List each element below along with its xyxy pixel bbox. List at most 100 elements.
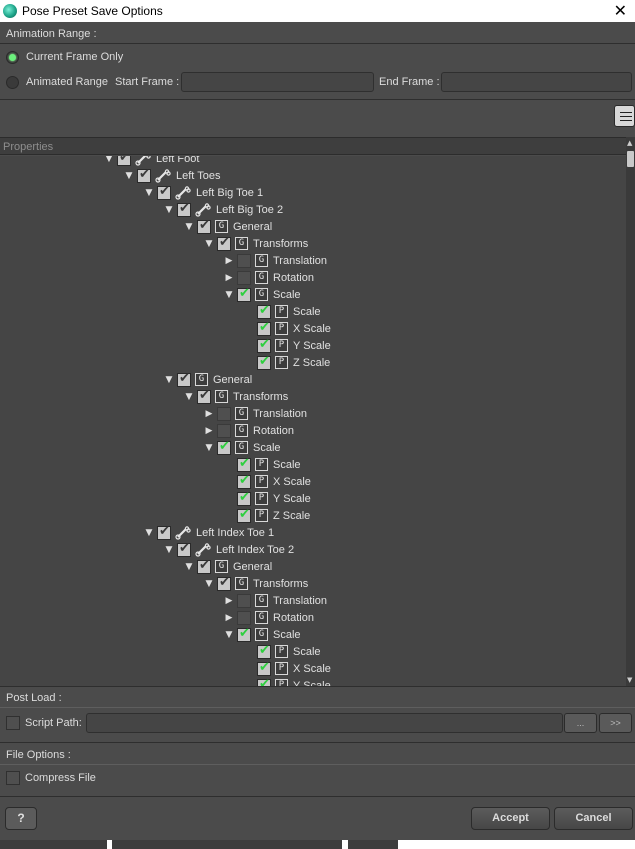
tree-row[interactable]: ▼ Left Index Toe 1	[144, 524, 274, 541]
properties-scrollbar[interactable]: ▲ ▼	[626, 137, 635, 686]
tree-checkbox[interactable]	[237, 286, 251, 302]
tree-checkbox[interactable]	[217, 423, 231, 438]
tree-row[interactable]: ▶ G Rotation	[224, 269, 314, 286]
tree-row[interactable]: ▼ G General	[184, 218, 272, 235]
browse-button[interactable]: ...	[564, 713, 597, 733]
scroll-up-icon[interactable]: ▲	[627, 139, 632, 147]
tree-row[interactable]: PY Scale	[224, 490, 311, 507]
tree-checkbox[interactable]	[257, 677, 271, 686]
end-frame-input[interactable]	[441, 72, 632, 92]
tree-checkbox[interactable]	[237, 456, 251, 472]
tree-row[interactable]: PY Scale	[244, 677, 331, 686]
tree-row[interactable]: ▼ G Transforms	[184, 388, 288, 405]
tree-checkbox[interactable]	[257, 643, 271, 659]
tree-checkbox[interactable]	[177, 541, 191, 557]
tree-checkbox[interactable]	[217, 235, 231, 251]
tree-row[interactable]: ▼ G Scale	[204, 439, 281, 456]
tree-checkbox[interactable]	[117, 156, 131, 166]
tree-row[interactable]: P X Scale	[224, 473, 311, 490]
tree-checkbox[interactable]	[137, 167, 151, 183]
expand-right-icon[interactable]: ▶	[224, 596, 234, 606]
start-frame-input[interactable]	[181, 72, 374, 92]
expand-down-icon[interactable]: ▼	[204, 579, 214, 589]
tree-row[interactable]: ▼ G Scale	[224, 626, 301, 643]
tree-row[interactable]: ▼ Left Index Toe 2	[164, 541, 294, 558]
scroll-thumb[interactable]	[627, 151, 634, 167]
tree-checkbox[interactable]	[177, 371, 191, 387]
expand-down-icon[interactable]: ▼	[124, 171, 134, 181]
tree-checkbox[interactable]	[237, 270, 251, 285]
tree-checkbox[interactable]	[237, 490, 251, 506]
tree-checkbox[interactable]	[257, 337, 271, 353]
tree-row[interactable]: ▼ G Transforms	[204, 235, 308, 252]
properties-tree[interactable]: ▼ Left Foot ▼ Left Toes ▼ Left Big Toe 1 ▼ Left…	[0, 156, 626, 686]
tree-row[interactable]: ▶ G Rotation	[204, 422, 294, 439]
tree-checkbox[interactable]	[237, 626, 251, 642]
menu-icon[interactable]	[614, 105, 635, 127]
tree-row[interactable]: ▼ Left Big Toe 2	[164, 201, 283, 218]
script-path-input[interactable]	[86, 713, 563, 733]
tree-row[interactable]: P Scale	[224, 456, 301, 473]
expand-down-icon[interactable]: ▼	[224, 630, 234, 640]
tree-row[interactable]: P X Scale	[244, 320, 331, 337]
expand-down-icon[interactable]: ▼	[164, 375, 174, 385]
tree-row[interactable]: P Scale	[244, 643, 321, 660]
tree-checkbox[interactable]	[157, 524, 171, 540]
tree-row[interactable]: ▶ G Translation	[204, 405, 307, 422]
tree-checkbox[interactable]	[237, 253, 251, 268]
tree-row[interactable]: ▼ G Transforms	[204, 575, 308, 592]
tree-row[interactable]: ▼ Left Big Toe 1	[144, 184, 263, 201]
expand-down-icon[interactable]: ▼	[224, 290, 234, 300]
tree-row[interactable]: ▶ G Rotation	[224, 609, 314, 626]
help-button[interactable]: ?	[5, 807, 37, 830]
tree-checkbox[interactable]	[157, 184, 171, 200]
tree-checkbox[interactable]	[197, 558, 211, 574]
expand-right-icon[interactable]: ▶	[204, 409, 214, 419]
tree-row[interactable]: P Z Scale	[224, 507, 310, 524]
script-path-checkbox[interactable]	[6, 716, 20, 730]
compress-file-checkbox[interactable]	[6, 771, 20, 785]
scroll-down-icon[interactable]: ▼	[627, 676, 632, 684]
tree-checkbox[interactable]	[257, 303, 271, 319]
expand-right-icon[interactable]: ▶	[224, 273, 234, 283]
tree-row[interactable]: P Scale	[244, 303, 321, 320]
tree-checkbox[interactable]	[257, 660, 271, 676]
tree-checkbox[interactable]	[197, 388, 211, 404]
tree-checkbox[interactable]	[217, 439, 231, 455]
expand-down-icon[interactable]: ▼	[164, 545, 174, 555]
tree-checkbox[interactable]	[257, 320, 271, 336]
current-frame-radio[interactable]	[6, 51, 19, 64]
tree-checkbox[interactable]	[237, 473, 251, 489]
tree-checkbox[interactable]	[197, 218, 211, 234]
tree-row[interactable]: ▼ G Scale	[224, 286, 301, 303]
expand-right-icon[interactable]: ▶	[224, 256, 234, 266]
cancel-button[interactable]: Cancel	[554, 807, 633, 830]
expand-right-icon[interactable]: ▶	[204, 426, 214, 436]
tree-checkbox[interactable]	[237, 507, 251, 523]
accept-button[interactable]: Accept	[471, 807, 550, 830]
close-icon[interactable]: ✕	[614, 1, 627, 20]
animated-range-radio[interactable]	[6, 76, 19, 89]
next-button[interactable]: >>	[599, 713, 632, 733]
tree-row[interactable]: P Z Scale	[244, 354, 330, 371]
tree-row[interactable]: PY Scale	[244, 337, 331, 354]
tree-checkbox[interactable]	[237, 593, 251, 608]
expand-down-icon[interactable]: ▼	[184, 392, 194, 402]
expand-down-icon[interactable]: ▼	[184, 222, 194, 232]
expand-down-icon[interactable]: ▼	[144, 528, 154, 538]
expand-down-icon[interactable]: ▼	[204, 443, 214, 453]
expand-down-icon[interactable]: ▼	[204, 239, 214, 249]
tree-row[interactable]: ▼ Left Foot	[104, 156, 199, 167]
expand-down-icon[interactable]: ▼	[144, 188, 154, 198]
expand-right-icon[interactable]: ▶	[224, 613, 234, 623]
tree-checkbox[interactable]	[237, 610, 251, 625]
tree-row[interactable]: ▶ G Translation	[224, 252, 327, 269]
expand-down-icon[interactable]: ▼	[184, 562, 194, 572]
expand-down-icon[interactable]: ▼	[104, 156, 114, 164]
tree-row[interactable]: ▼ G General	[164, 371, 252, 388]
tree-row[interactable]: ▼ G General	[184, 558, 272, 575]
tree-checkbox[interactable]	[217, 575, 231, 591]
tree-checkbox[interactable]	[257, 354, 271, 370]
tree-checkbox[interactable]	[217, 406, 231, 421]
tree-row[interactable]: P X Scale	[244, 660, 331, 677]
